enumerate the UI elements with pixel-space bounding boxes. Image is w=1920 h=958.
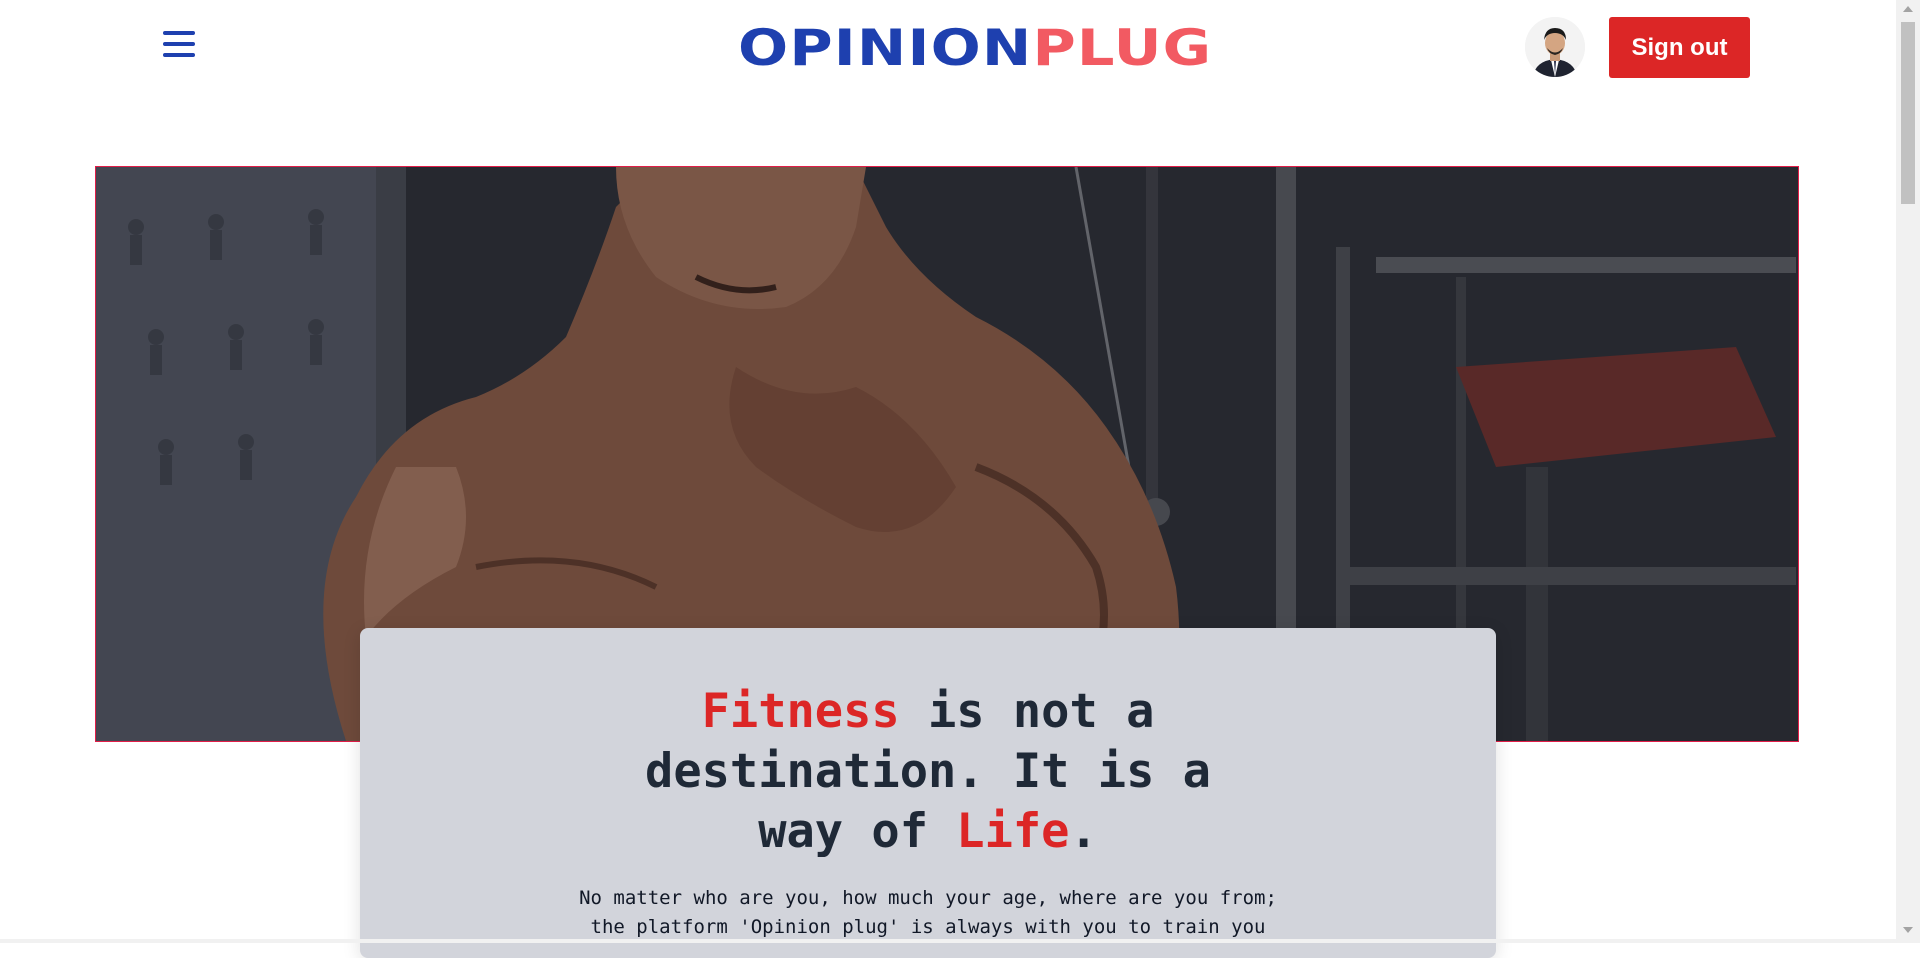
logo-plug: PLUG <box>1032 19 1213 77</box>
logo-opinion: OPINION <box>738 19 1033 77</box>
hamburger-menu-icon[interactable] <box>163 31 195 61</box>
headline-life: Life <box>956 804 1070 859</box>
scrollbar-thumb[interactable] <box>1901 22 1915 204</box>
sign-out-button[interactable]: Sign out <box>1609 17 1750 78</box>
user-avatar-icon <box>1525 17 1585 77</box>
scroll-up-arrow-icon[interactable] <box>1903 6 1913 12</box>
headline-fitness: Fitness <box>701 684 900 739</box>
site-header: OPINIONPLUG Sign out <box>0 0 1896 100</box>
hero-description: No matter who are you, how much your age… <box>579 887 1277 938</box>
scroll-down-arrow-icon[interactable] <box>1903 927 1913 933</box>
site-logo[interactable]: OPINIONPLUG <box>738 18 1212 78</box>
user-avatar[interactable] <box>1525 17 1585 77</box>
hero-quote-card: Fitness is not a destination. It is a wa… <box>360 628 1496 958</box>
hero-headline: Fitness is not a destination. It is a wa… <box>608 682 1248 862</box>
horizontal-scrollbar[interactable] <box>0 939 1896 943</box>
vertical-scrollbar[interactable] <box>1896 0 1920 943</box>
headline-period: . <box>1069 804 1098 859</box>
